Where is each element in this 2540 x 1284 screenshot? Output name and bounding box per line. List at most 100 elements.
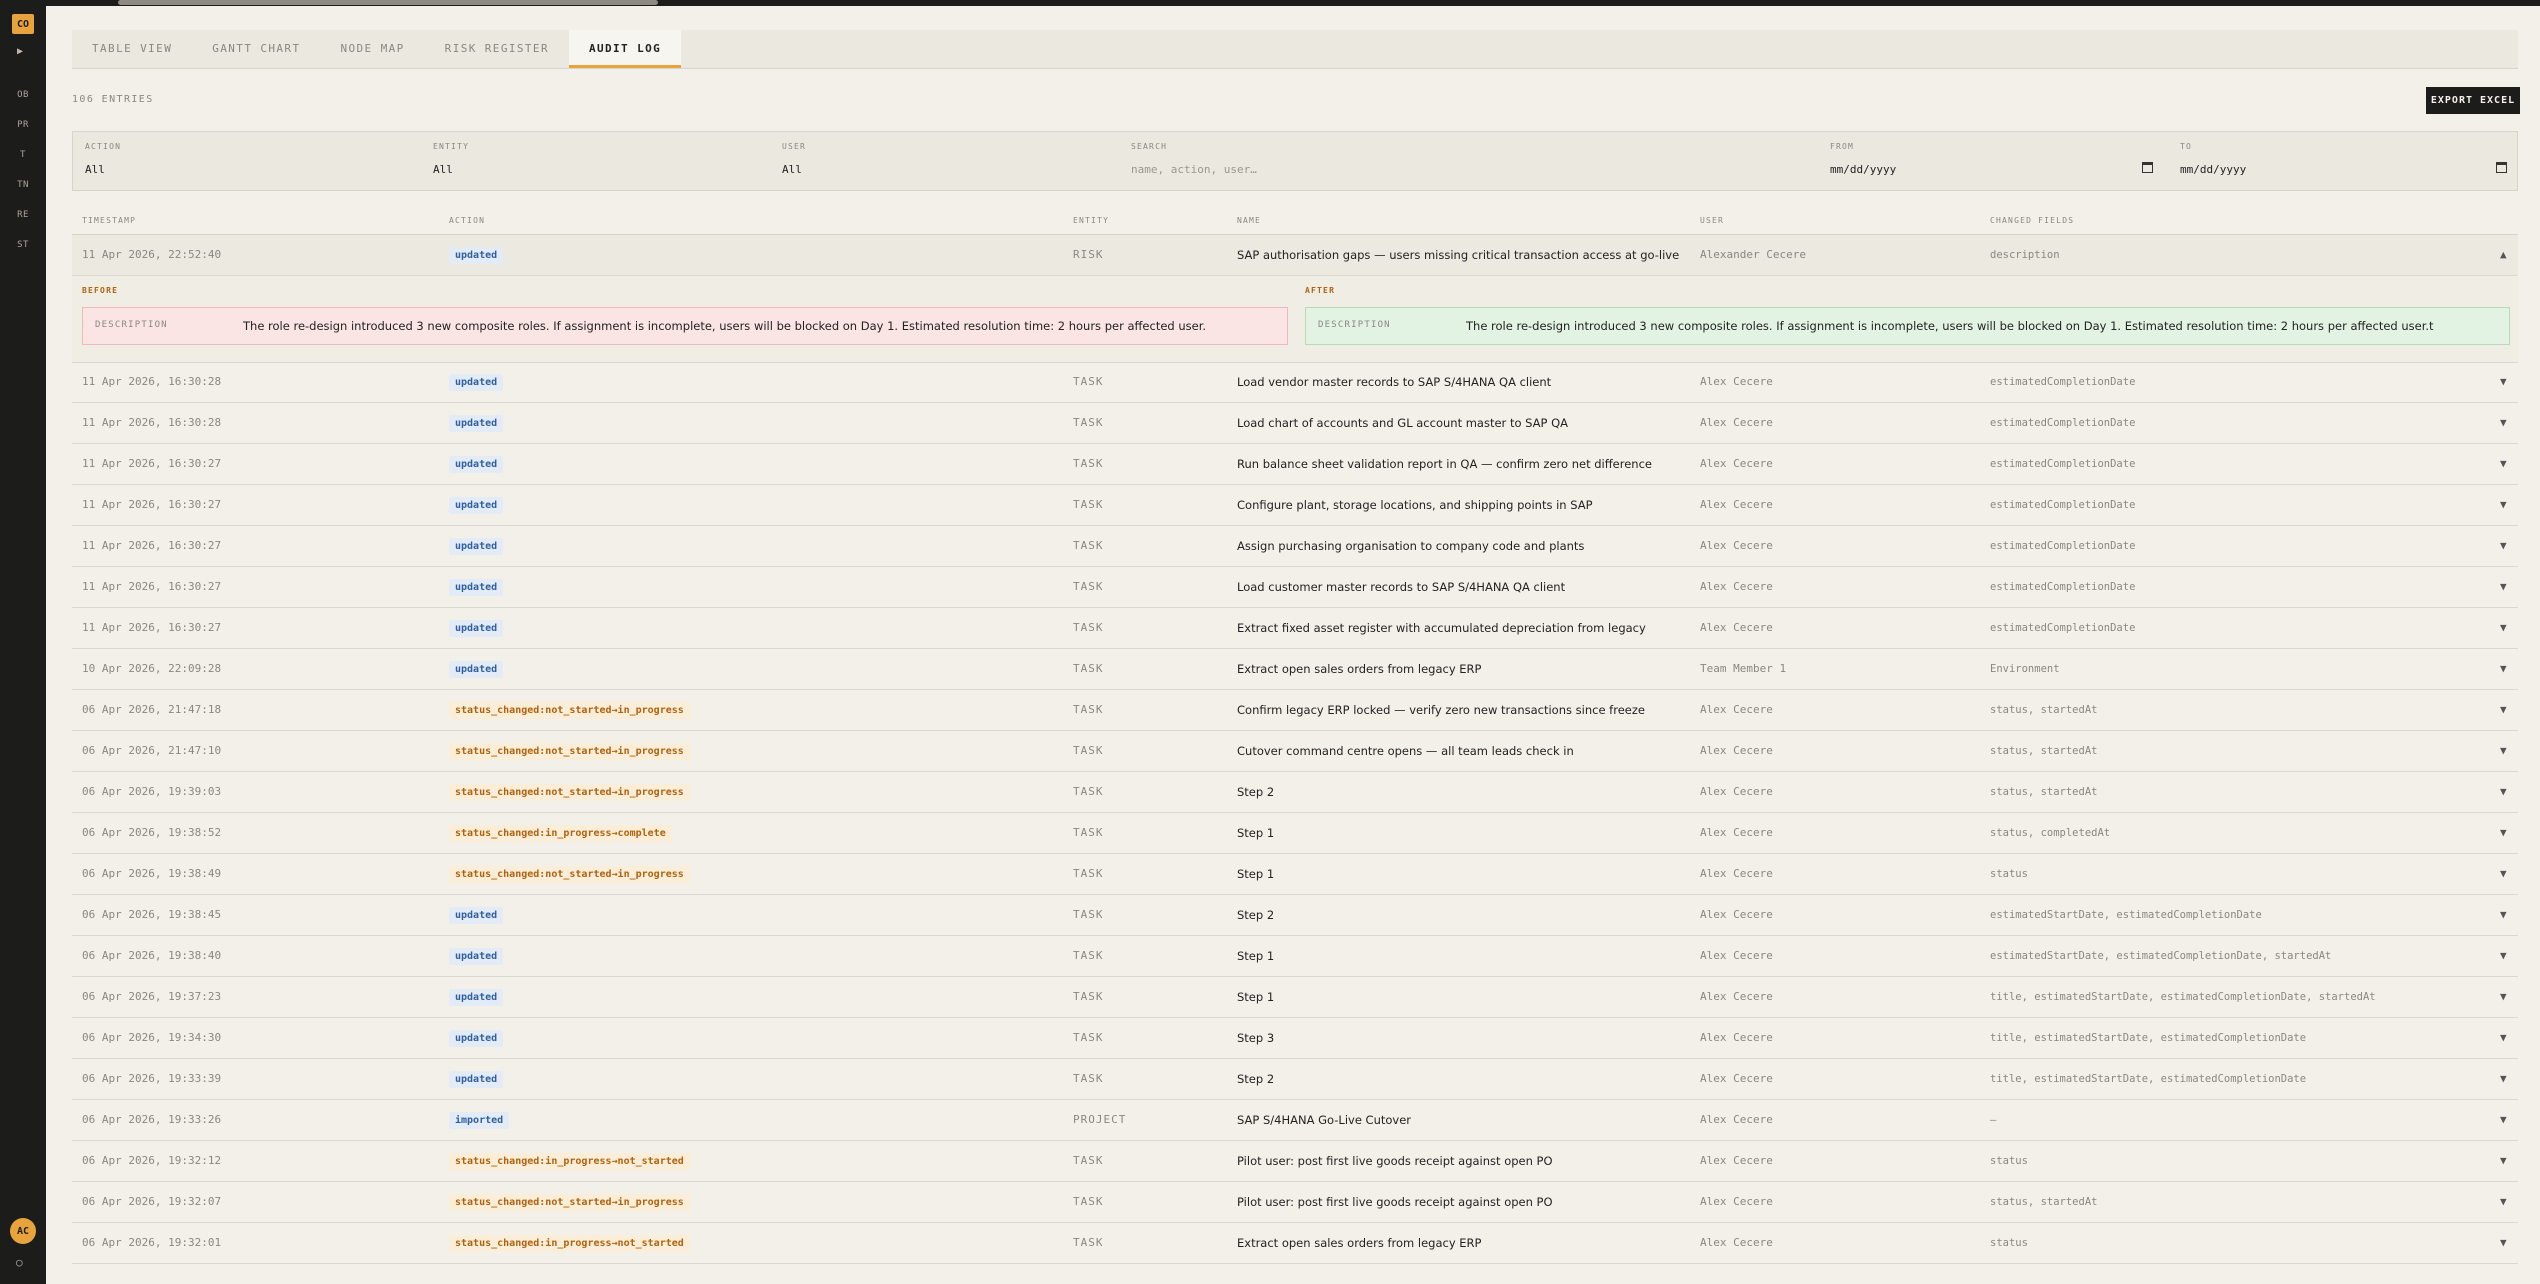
expand-chevron-icon[interactable]: ▼ [2500, 649, 2507, 689]
calendar-icon[interactable] [2496, 162, 2507, 173]
expand-chevron-icon[interactable]: ▼ [2500, 526, 2507, 566]
export-excel-button[interactable]: EXPORT EXCEL [2426, 87, 2520, 114]
tab-risk-register[interactable]: RISK REGISTER [425, 30, 569, 68]
table-row[interactable]: 06 Apr 2026, 19:33:39 updated TASK Step 2 Al… [72, 1059, 2518, 1100]
table-row[interactable]: 06 Apr 2026, 19:38:45 updated TASK Step 2 Al… [72, 895, 2518, 936]
expand-chevron-icon[interactable]: ▼ [2500, 772, 2507, 812]
row-changed-fields: estimatedCompletionDate [1990, 458, 2136, 470]
expand-chevron-icon[interactable]: ▼ [2500, 690, 2507, 730]
expand-chevron-icon[interactable]: ▼ [2500, 567, 2507, 607]
search-filter[interactable]: SEARCH name, action, user… [1119, 132, 1819, 190]
sidebar-item[interactable]: T [0, 150, 46, 160]
action-badge: status_changed:not_started→in_progress [449, 1194, 690, 1211]
settings-icon[interactable]: ○ [16, 1256, 23, 1269]
expand-chevron-icon[interactable]: ▼ [2500, 854, 2507, 894]
expand-chevron-icon[interactable]: ▼ [2500, 1182, 2507, 1222]
collapse-chevron-icon[interactable]: ▲ [2500, 235, 2507, 275]
table-row[interactable]: 06 Apr 2026, 19:37:23 updated TASK Step 1 Al… [72, 977, 2518, 1018]
avatar[interactable]: AC [10, 1218, 36, 1244]
column-header-user[interactable]: USER [1700, 216, 1724, 225]
action-badge: updated [449, 620, 504, 637]
action-select[interactable]: All [85, 163, 105, 176]
table-row[interactable]: 06 Apr 2026, 19:32:12 status_changed:in_p… [72, 1141, 2518, 1182]
table-row-expanded[interactable]: 11 Apr 2026, 22:52:40 updated RISK SAP a… [72, 235, 2518, 276]
row-user: Alex Cecere [1700, 1154, 1773, 1167]
column-header-action[interactable]: ACTION [449, 216, 485, 225]
table-row[interactable]: 11 Apr 2026, 16:30:28 updated TASK Load cha… [72, 403, 2518, 444]
table-row[interactable]: 06 Apr 2026, 19:32:07 status_changed:not_… [72, 1182, 2518, 1223]
expand-chevron-icon[interactable]: ▼ [2500, 485, 2507, 525]
row-user: Alex Cecere [1700, 703, 1773, 716]
tab-audit-log[interactable]: AUDIT LOG [568, 30, 682, 68]
expand-chevron-icon[interactable]: ▼ [2500, 813, 2507, 853]
to-date-input[interactable]: mm/dd/yyyy [2180, 163, 2246, 176]
filter-label: USER [782, 142, 807, 151]
expand-chevron-icon[interactable]: ▼ [2500, 1141, 2507, 1181]
row-entity: TASK [1073, 539, 1104, 552]
table-row[interactable]: 10 Apr 2026, 22:09:28 updated TASK Extract … [72, 649, 2518, 690]
sidebar-item[interactable]: RE [0, 210, 46, 220]
tab-node-map[interactable]: NODE MAP [320, 30, 424, 68]
table-row[interactable]: 11 Apr 2026, 16:30:27 updated TASK Run bala… [72, 444, 2518, 485]
expand-chevron-icon[interactable]: ▼ [2500, 1018, 2507, 1058]
table-row[interactable]: 11 Apr 2026, 16:30:28 updated TASK Load ven… [72, 362, 2518, 403]
column-header-name[interactable]: NAME [1237, 216, 1261, 225]
search-input[interactable]: name, action, user… [1131, 163, 1257, 176]
row-timestamp: 11 Apr 2026, 16:30:27 [82, 621, 222, 634]
table-row[interactable]: 06 Apr 2026, 19:38:52 status_changed:in_p… [72, 813, 2518, 854]
expand-chevron-icon[interactable]: ▼ [2500, 1059, 2507, 1099]
column-header-timestamp[interactable]: TIMESTAMP [82, 216, 136, 225]
tab-table-view[interactable]: TABLE VIEW [72, 30, 192, 68]
row-entity: TASK [1073, 949, 1104, 962]
entity-filter[interactable]: ENTITY All [421, 132, 769, 190]
row-changed-fields: status, completedAt [1990, 827, 2111, 839]
app-logo[interactable]: CO [12, 14, 34, 34]
sidebar-item[interactable]: PR [0, 120, 46, 130]
table-row[interactable]: 06 Apr 2026, 19:34:30 updated TASK Step 3 Al… [72, 1018, 2518, 1059]
entity-select[interactable]: All [433, 163, 453, 176]
table-row[interactable]: 11 Apr 2026, 16:30:27 updated TASK Configur… [72, 485, 2518, 526]
sidebar-item[interactable]: ST [0, 240, 46, 250]
sidebar-item[interactable]: OB [0, 90, 46, 100]
column-header-changed-fields[interactable]: CHANGED FIELDS [1990, 216, 2074, 225]
row-changed-fields: title, estimatedStartDate, estimatedComp… [1990, 991, 2376, 1003]
from-date-filter[interactable]: FROM mm/dd/yyyy [1818, 132, 2168, 190]
row-timestamp: 11 Apr 2026, 16:30:28 [82, 416, 222, 429]
calendar-icon[interactable] [2142, 162, 2153, 173]
table-row[interactable]: 06 Apr 2026, 19:38:49 status_changed:not_… [72, 854, 2518, 895]
from-date-input[interactable]: mm/dd/yyyy [1830, 163, 1896, 176]
table-row[interactable]: 11 Apr 2026, 16:30:27 updated TASK Load cus… [72, 567, 2518, 608]
expand-chevron-icon[interactable]: ▼ [2500, 731, 2507, 771]
table-row[interactable]: 06 Apr 2026, 19:39:03 status_changed:not_… [72, 772, 2518, 813]
user-select[interactable]: All [782, 163, 802, 176]
to-date-filter[interactable]: TO mm/dd/yyyy [2168, 132, 2518, 190]
table-row[interactable]: 06 Apr 2026, 19:33:26 imported PROJECT SAP … [72, 1100, 2518, 1141]
expand-chevron-icon[interactable]: ▼ [2500, 977, 2507, 1017]
expand-chevron-icon[interactable]: ▼ [2500, 895, 2507, 935]
user-filter[interactable]: USER All [770, 132, 1118, 190]
action-badge: updated [449, 1030, 504, 1047]
diff-panel: BEFORE AFTER DESCRIPTION The role re-des… [72, 276, 2518, 363]
table-row[interactable]: 11 Apr 2026, 16:30:27 updated TASK Extract … [72, 608, 2518, 649]
scrollbar-thumb[interactable] [118, 0, 658, 5]
expand-chevron-icon[interactable]: ▼ [2500, 1223, 2507, 1263]
table-row[interactable]: 11 Apr 2026, 16:30:27 updated TASK Assign p… [72, 526, 2518, 567]
table-row[interactable]: 06 Apr 2026, 19:32:01 status_changed:in_p… [72, 1223, 2518, 1264]
table-row[interactable]: 06 Apr 2026, 21:47:18 status_changed:not_… [72, 690, 2518, 731]
expand-chevron-icon[interactable]: ▼ [2500, 608, 2507, 648]
expand-chevron-icon[interactable]: ▼ [2500, 936, 2507, 976]
action-filter[interactable]: ACTION All [73, 132, 421, 190]
table-row[interactable]: 06 Apr 2026, 21:47:10 status_changed:not_… [72, 731, 2518, 772]
play-icon[interactable]: ▶ [17, 46, 23, 57]
expand-chevron-icon[interactable]: ▼ [2500, 444, 2507, 484]
expand-chevron-icon[interactable]: ▼ [2500, 362, 2507, 402]
row-timestamp: 06 Apr 2026, 19:38:45 [82, 908, 222, 921]
sidebar-item[interactable]: TN [0, 180, 46, 190]
row-timestamp: 11 Apr 2026, 16:30:28 [82, 375, 222, 388]
expand-chevron-icon[interactable]: ▼ [2500, 403, 2507, 443]
table-row[interactable]: 06 Apr 2026, 19:38:40 updated TASK Step 1 Al… [72, 936, 2518, 977]
tab-gantt-chart[interactable]: GANTT CHART [192, 30, 320, 68]
horizontal-scrollbar[interactable] [46, 0, 2540, 6]
expand-chevron-icon[interactable]: ▼ [2500, 1100, 2507, 1140]
column-header-entity[interactable]: ENTITY [1073, 216, 1109, 225]
